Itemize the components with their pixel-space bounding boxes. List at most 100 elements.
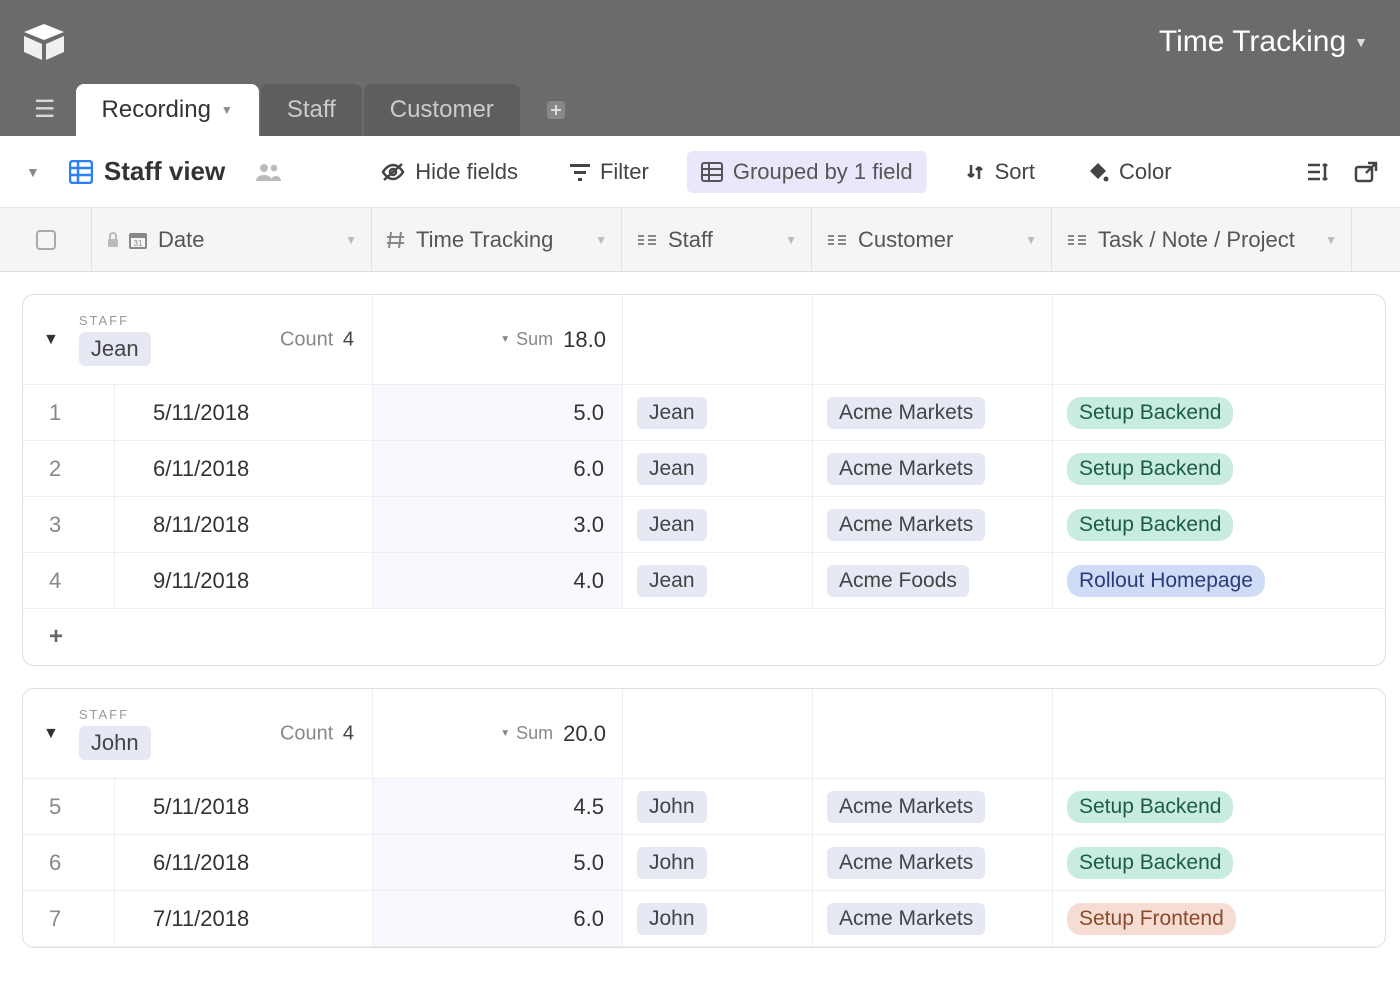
cell-customer[interactable]: Acme Markets (813, 385, 1053, 440)
chevron-down-icon[interactable]: ▼ (785, 233, 797, 247)
collapse-icon[interactable]: ▼ (43, 331, 59, 349)
cell-time[interactable]: 4.0 (373, 553, 623, 608)
cell-date[interactable]: 6/11/2018 (115, 441, 373, 496)
cell-time[interactable]: 3.0 (373, 497, 623, 552)
cell-customer[interactable]: Acme Foods (813, 553, 1053, 608)
cell-task[interactable]: Setup Backend (1053, 385, 1353, 440)
cell-task[interactable]: Rollout Homepage (1053, 553, 1353, 608)
task-chip[interactable]: Setup Backend (1067, 509, 1233, 541)
customer-chip[interactable]: Acme Markets (827, 791, 985, 823)
task-chip[interactable]: Setup Backend (1067, 847, 1233, 879)
customer-chip[interactable]: Acme Markets (827, 509, 985, 541)
row-height-icon[interactable] (1306, 161, 1328, 183)
table-row[interactable]: 1 5/11/2018 5.0 Jean Acme Markets Setup … (23, 385, 1385, 441)
staff-chip[interactable]: Jean (637, 509, 707, 541)
cell-task[interactable]: Setup Backend (1053, 779, 1353, 834)
cell-staff[interactable]: John (623, 779, 813, 834)
group-sum[interactable]: ▼ Sum 18.0 (373, 295, 623, 384)
view-menu-caret[interactable]: ▼ (22, 164, 44, 180)
staff-chip[interactable]: Jean (637, 397, 707, 429)
filter-label: Filter (600, 159, 649, 185)
cell-staff[interactable]: Jean (623, 553, 813, 608)
sort-button[interactable]: Sort (951, 151, 1049, 193)
cell-date[interactable]: 5/11/2018 (115, 385, 373, 440)
cell-time[interactable]: 6.0 (373, 891, 623, 946)
column-task[interactable]: Task / Note / Project ▼ (1052, 208, 1352, 271)
cell-task[interactable]: Setup Frontend (1053, 891, 1353, 946)
group-value-chip[interactable]: Jean (79, 332, 151, 366)
cell-time[interactable]: 5.0 (373, 385, 623, 440)
table-row[interactable]: 2 6/11/2018 6.0 Jean Acme Markets Setup … (23, 441, 1385, 497)
cell-customer[interactable]: Acme Markets (813, 497, 1053, 552)
staff-chip[interactable]: John (637, 847, 707, 879)
customer-chip[interactable]: Acme Markets (827, 903, 985, 935)
hide-fields-button[interactable]: Hide fields (367, 151, 532, 193)
table-row[interactable]: 5 5/11/2018 4.5 John Acme Markets Setup … (23, 779, 1385, 835)
task-chip[interactable]: Rollout Homepage (1067, 565, 1265, 597)
table-row[interactable]: 3 8/11/2018 3.0 Jean Acme Markets Setup … (23, 497, 1385, 553)
menu-icon[interactable]: ☰ (22, 95, 74, 136)
view-switcher[interactable]: Staff view (68, 156, 225, 187)
chevron-down-icon[interactable]: ▼ (345, 233, 357, 247)
cell-date[interactable]: 9/11/2018 (115, 553, 373, 608)
table-row[interactable]: 7 7/11/2018 6.0 John Acme Markets Setup … (23, 891, 1385, 947)
staff-chip[interactable]: Jean (637, 565, 707, 597)
cell-date[interactable]: 5/11/2018 (115, 779, 373, 834)
tab-customer[interactable]: Customer (364, 84, 520, 136)
collaborators-icon[interactable] (249, 161, 289, 183)
customer-chip[interactable]: Acme Markets (827, 847, 985, 879)
add-row-button[interactable]: + (23, 609, 1385, 665)
app-title-dropdown[interactable]: Time Tracking ▼ (1159, 25, 1368, 59)
table-row[interactable]: 6 6/11/2018 5.0 John Acme Markets Setup … (23, 835, 1385, 891)
column-customer[interactable]: Customer ▼ (812, 208, 1052, 271)
tab-recording[interactable]: Recording ▼ (76, 84, 259, 136)
checkbox-icon[interactable] (36, 230, 56, 250)
color-button[interactable]: Color (1073, 151, 1186, 193)
task-chip[interactable]: Setup Backend (1067, 397, 1233, 429)
share-icon[interactable] (1354, 161, 1378, 183)
staff-chip[interactable]: Jean (637, 453, 707, 485)
cell-task[interactable]: Setup Backend (1053, 441, 1353, 496)
group-label: Grouped by 1 field (733, 159, 913, 185)
cell-customer[interactable]: Acme Markets (813, 779, 1053, 834)
chevron-down-icon[interactable]: ▼ (1325, 233, 1337, 247)
cell-date[interactable]: 7/11/2018 (115, 891, 373, 946)
cell-staff[interactable]: John (623, 835, 813, 890)
column-date[interactable]: 31 Date ▼ (92, 208, 372, 271)
cell-customer[interactable]: Acme Markets (813, 441, 1053, 496)
cell-time[interactable]: 6.0 (373, 441, 623, 496)
tab-staff[interactable]: Staff (261, 84, 362, 136)
select-all-column[interactable] (0, 208, 92, 271)
group-value-chip[interactable]: John (79, 726, 151, 760)
chevron-down-icon[interactable]: ▼ (595, 233, 607, 247)
cell-staff[interactable]: Jean (623, 441, 813, 496)
collapse-icon[interactable]: ▼ (43, 725, 59, 743)
cell-customer[interactable]: Acme Markets (813, 835, 1053, 890)
cell-staff[interactable]: John (623, 891, 813, 946)
customer-chip[interactable]: Acme Markets (827, 397, 985, 429)
column-staff[interactable]: Staff ▼ (622, 208, 812, 271)
staff-chip[interactable]: John (637, 791, 707, 823)
task-chip[interactable]: Setup Frontend (1067, 903, 1236, 935)
customer-chip[interactable]: Acme Markets (827, 453, 985, 485)
staff-chip[interactable]: John (637, 903, 707, 935)
cell-task[interactable]: Setup Backend (1053, 835, 1353, 890)
cell-staff[interactable]: Jean (623, 385, 813, 440)
cell-staff[interactable]: Jean (623, 497, 813, 552)
customer-chip[interactable]: Acme Foods (827, 565, 969, 597)
task-chip[interactable]: Setup Backend (1067, 453, 1233, 485)
group-sum[interactable]: ▼ Sum 20.0 (373, 689, 623, 778)
chevron-down-icon[interactable]: ▼ (1025, 233, 1037, 247)
group-button[interactable]: Grouped by 1 field (687, 151, 927, 193)
cell-date[interactable]: 8/11/2018 (115, 497, 373, 552)
cell-time[interactable]: 5.0 (373, 835, 623, 890)
filter-button[interactable]: Filter (556, 151, 663, 193)
cell-date[interactable]: 6/11/2018 (115, 835, 373, 890)
column-time[interactable]: Time Tracking ▼ (372, 208, 622, 271)
add-tab-button[interactable] (534, 88, 578, 132)
cell-task[interactable]: Setup Backend (1053, 497, 1353, 552)
cell-time[interactable]: 4.5 (373, 779, 623, 834)
cell-customer[interactable]: Acme Markets (813, 891, 1053, 946)
table-row[interactable]: 4 9/11/2018 4.0 Jean Acme Foods Rollout … (23, 553, 1385, 609)
task-chip[interactable]: Setup Backend (1067, 791, 1233, 823)
